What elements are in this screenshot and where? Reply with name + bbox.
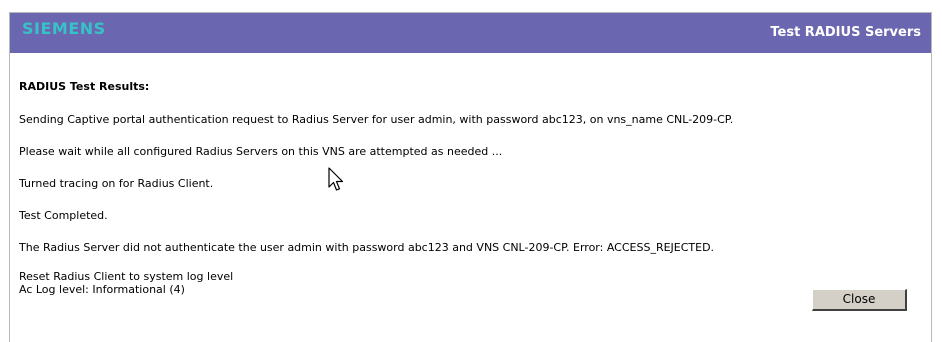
result-line: Please wait while all configured Radius … (19, 145, 503, 158)
result-line: Turned tracing on for Radius Client. (19, 177, 214, 190)
result-line: Sending Captive portal authentication re… (19, 113, 734, 126)
dialog-header: SIEMENS Test RADIUS Servers (10, 13, 931, 53)
result-line: Test Completed. (19, 209, 108, 222)
result-line: The Radius Server did not authenticate t… (19, 241, 715, 254)
result-line: Reset Radius Client to system log level (19, 270, 234, 283)
siemens-logo: SIEMENS (22, 19, 106, 38)
close-button[interactable]: Close (812, 289, 907, 311)
dialog-title: Test RADIUS Servers (770, 25, 921, 40)
mouse-pointer-icon (328, 167, 344, 191)
results-heading: RADIUS Test Results: (19, 80, 150, 93)
result-line: Ac Log level: Informational (4) (19, 283, 185, 296)
